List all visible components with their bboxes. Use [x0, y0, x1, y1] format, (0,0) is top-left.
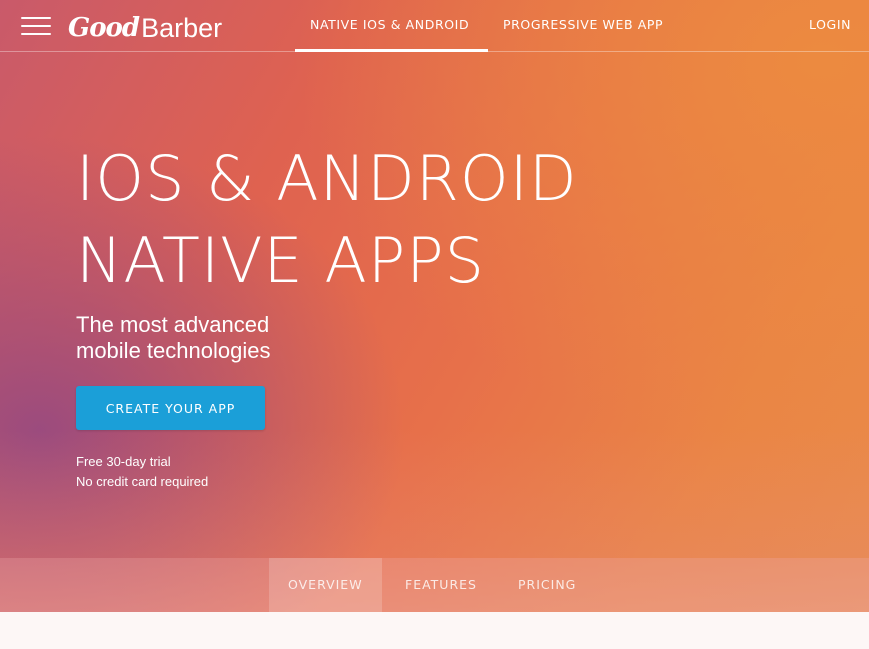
trial-line-1: Free 30-day trial [76, 454, 171, 469]
subnav-tab-pricing[interactable]: PRICING [518, 577, 576, 592]
subtitle-line-1: The most advanced [76, 312, 270, 337]
subtitle-line-2: mobile technologies [76, 338, 271, 363]
logo-good-text: Good [68, 13, 140, 43]
top-navigation-bar: Good Barber NATIVE IOS & ANDROID PROGRES… [0, 0, 869, 52]
section-subnav: OVERVIEW FEATURES PRICING [0, 558, 869, 612]
hero-section: Good Barber NATIVE IOS & ANDROID PROGRES… [0, 0, 869, 612]
nav-native-ios-android[interactable]: NATIVE IOS & ANDROID [310, 17, 469, 32]
subnav-tab-overview[interactable]: OVERVIEW [288, 577, 363, 592]
goodbarber-logo[interactable]: Good Barber [68, 6, 222, 46]
logo-barber-text: Barber [141, 13, 223, 43]
headline-line-2: NATIVE APPS [76, 224, 485, 297]
headline-line-1: IOS & ANDROID [76, 142, 578, 215]
hero-headline: IOS & ANDROID NATIVE APPS [76, 138, 578, 302]
nav-login[interactable]: LOGIN [809, 17, 851, 32]
subnav-tab-features[interactable]: FEATURES [405, 577, 477, 592]
nav-progressive-web-app[interactable]: PROGRESSIVE WEB APP [503, 17, 663, 32]
trial-line-2: No credit card required [76, 474, 209, 489]
hamburger-menu-icon[interactable] [21, 15, 51, 37]
create-your-app-button[interactable]: CREATE YOUR APP [76, 386, 265, 430]
nav-active-underline [295, 49, 488, 52]
hero-subtitle: The most advanced mobile technologies [76, 312, 270, 364]
trial-info: Free 30-day trial No credit card require… [76, 452, 208, 492]
